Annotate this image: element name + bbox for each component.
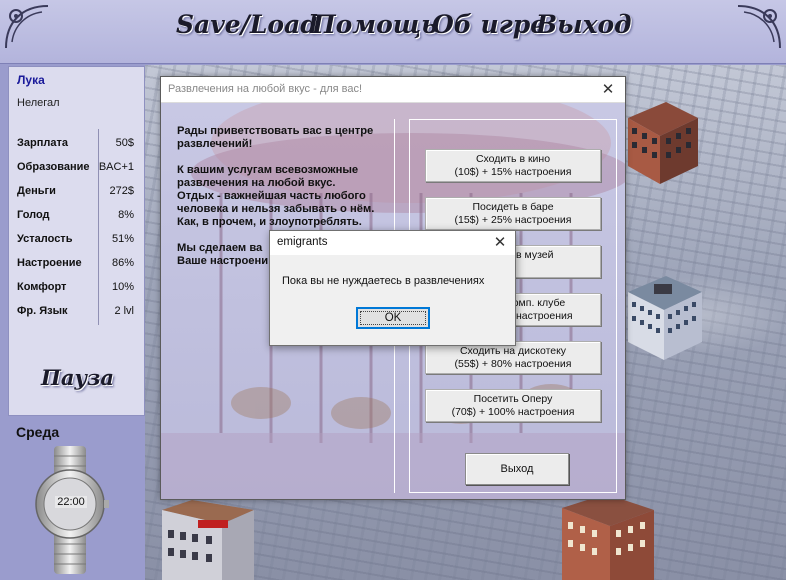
dialog-close-icon[interactable]: ✕ — [593, 77, 623, 103]
wristwatch-icon — [35, 446, 109, 574]
stat-label-education: Образование — [17, 161, 90, 173]
message-box-body: Пока вы не нуждаетесь в развлечениях OK — [270, 255, 515, 345]
stat-value-money: 272$ — [109, 185, 134, 197]
stat-label-money: Деньги — [17, 185, 56, 197]
dialog-titlebar[interactable]: Развлечения на любой вкус - для вас! ✕ — [161, 77, 625, 103]
message-box-title: emigrants — [277, 236, 328, 248]
stat-value-hunger: 8% — [118, 209, 134, 221]
day-of-week: Среда — [16, 424, 60, 440]
message-box-text: Пока вы не нуждаетесь в развлечениях — [282, 275, 485, 287]
building-hotel-icon[interactable] — [558, 494, 658, 580]
player-stats-panel: Лука Нелегал Зарплата 50$ Образование BA… — [8, 66, 145, 416]
cinema-button-price: (10$) + 15% настроения — [454, 166, 572, 178]
stat-label-mood: Настроение — [17, 257, 82, 269]
player-status: Нелегал — [17, 97, 60, 109]
menu-save-load[interactable]: Save/Load — [176, 10, 318, 39]
bar-button[interactable]: Посидеть в баре (15$) + 25% настроения — [425, 197, 601, 230]
building-department-store-icon[interactable] — [622, 96, 702, 188]
pause-button[interactable]: Пауза — [41, 365, 114, 390]
dialog-title: Развлечения на любой вкус - для вас! — [168, 83, 363, 95]
stat-value-education: BAC+1 — [98, 161, 134, 173]
stat-value-fatigue: 51% — [111, 233, 134, 245]
cinema-button-label: Сходить в кино — [475, 153, 551, 165]
player-name: Лука — [17, 73, 45, 87]
stat-value-mood: 86% — [111, 257, 134, 269]
stat-label-french: Фр. Язык — [17, 305, 68, 317]
opera-button-price: (70$) + 100% настроения — [451, 406, 575, 418]
stat-value-salary: 50$ — [115, 137, 134, 149]
stat-value-french: 2 lvl — [114, 305, 134, 317]
ornament-corner-right-icon — [737, 5, 781, 49]
disco-button-price: (55$) + 80% настроения — [454, 358, 572, 370]
stat-label-comfort: Комфорт — [17, 281, 67, 293]
menu-help[interactable]: Помощь — [312, 10, 438, 39]
ornament-corner-left-icon — [5, 5, 49, 49]
message-box-close-icon[interactable]: ✕ — [485, 231, 515, 255]
stat-label-hunger: Голод — [17, 209, 50, 221]
clock-time: 22:00 — [55, 496, 87, 508]
stat-label-salary: Зарплата — [17, 137, 68, 149]
bar-button-price: (15$) + 25% настроения — [454, 214, 572, 226]
stat-value-comfort: 10% — [111, 281, 134, 293]
opera-button-label: Посетить Оперу — [473, 393, 553, 405]
stat-label-fatigue: Усталость — [17, 233, 73, 245]
message-box-titlebar[interactable]: emigrants ✕ — [270, 231, 515, 255]
opera-button[interactable]: Посетить Оперу (70$) + 100% настроения — [425, 389, 601, 422]
bar-button-label: Посидеть в баре — [472, 201, 554, 213]
disco-button-label: Сходить на дискотеку — [459, 345, 567, 357]
menu-about[interactable]: Об игре — [432, 10, 546, 39]
cinema-button[interactable]: Сходить в кино (10$) + 15% настроения — [425, 149, 601, 182]
menu-exit[interactable]: Выход — [536, 10, 632, 39]
dialog-exit-button[interactable]: Выход — [465, 453, 569, 485]
building-shop-icon[interactable] — [162, 500, 258, 580]
message-box: emigrants ✕ Пока вы не нуждаетесь в разв… — [269, 230, 516, 346]
stats-divider — [98, 129, 99, 325]
ok-button[interactable]: OK — [356, 307, 430, 329]
top-menu-bar: Save/Load Помощь Об игре Выход — [0, 0, 786, 64]
building-office-icon[interactable] — [624, 272, 706, 364]
